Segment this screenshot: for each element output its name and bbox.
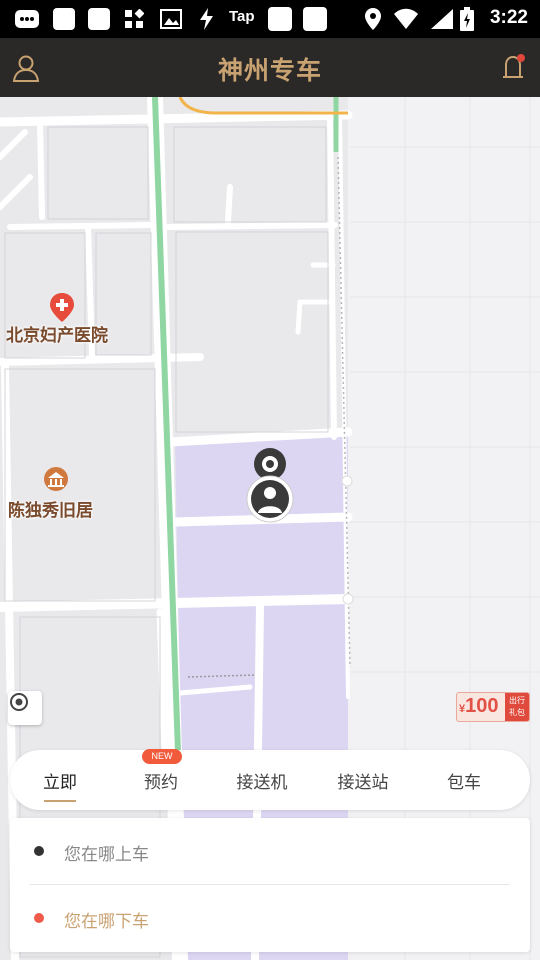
- tab-charter[interactable]: 包车: [424, 768, 504, 793]
- dropoff-placeholder: 您在哪下车: [64, 912, 149, 932]
- pickup-field[interactable]: 您在哪上车: [10, 818, 530, 884]
- bolt-icon: [196, 7, 216, 31]
- chat-icon: [14, 7, 40, 31]
- poi-label[interactable]: 北京妇产医院: [6, 321, 108, 346]
- new-badge: NEW: [142, 749, 182, 764]
- user-location-icon: [246, 475, 294, 523]
- gift-amount: ¥100: [459, 695, 499, 718]
- tab-station[interactable]: 接送站: [323, 768, 403, 793]
- wifi-icon: [393, 7, 419, 31]
- target-icon: [10, 693, 28, 711]
- museum-pin-icon: [44, 467, 68, 491]
- pickup-placeholder: 您在哪上车: [64, 845, 149, 865]
- service-tabs: 立即 NEW 预约 接送机 接送站 包车: [10, 749, 530, 810]
- app-icon: [303, 7, 327, 31]
- image-icon: [160, 7, 182, 31]
- location-icon: [364, 7, 382, 31]
- tap-label: Tap: [229, 8, 255, 25]
- bell-icon: [503, 54, 525, 78]
- pickup-dot-icon: [34, 846, 44, 856]
- signal-icon: [430, 7, 454, 31]
- tab-now[interactable]: 立即: [20, 768, 100, 793]
- dropoff-field[interactable]: 您在哪下车: [10, 885, 530, 951]
- gift-tag: 出行 礼包: [505, 693, 529, 721]
- dropoff-dot-icon: [34, 913, 44, 923]
- gift-package-badge[interactable]: ¥100 出行 礼包: [456, 692, 530, 722]
- tab-active-indicator: [44, 800, 76, 802]
- gift-tag-line: 出行: [509, 696, 525, 705]
- gift-value: 100: [465, 695, 499, 717]
- tab-reserve[interactable]: 预约: [121, 768, 201, 793]
- battery-icon: [460, 7, 474, 31]
- clock: 3:22: [489, 7, 528, 28]
- grid-icon: [124, 7, 144, 31]
- locate-button[interactable]: [8, 691, 42, 725]
- notification-button[interactable]: [498, 52, 530, 84]
- poi-label[interactable]: 陈独秀旧居: [8, 496, 93, 521]
- status-bar: Tap 3:22: [0, 0, 540, 38]
- tab-airport[interactable]: 接送机: [222, 768, 302, 793]
- app-header: 神州专车: [0, 38, 540, 97]
- app-icon: [53, 7, 75, 31]
- app-title: 神州专车: [217, 56, 322, 85]
- gift-tag-line: 礼包: [509, 708, 525, 717]
- app-icon: [268, 7, 292, 31]
- address-card: 您在哪上车 您在哪下车: [10, 818, 530, 952]
- app-icon: [88, 7, 110, 31]
